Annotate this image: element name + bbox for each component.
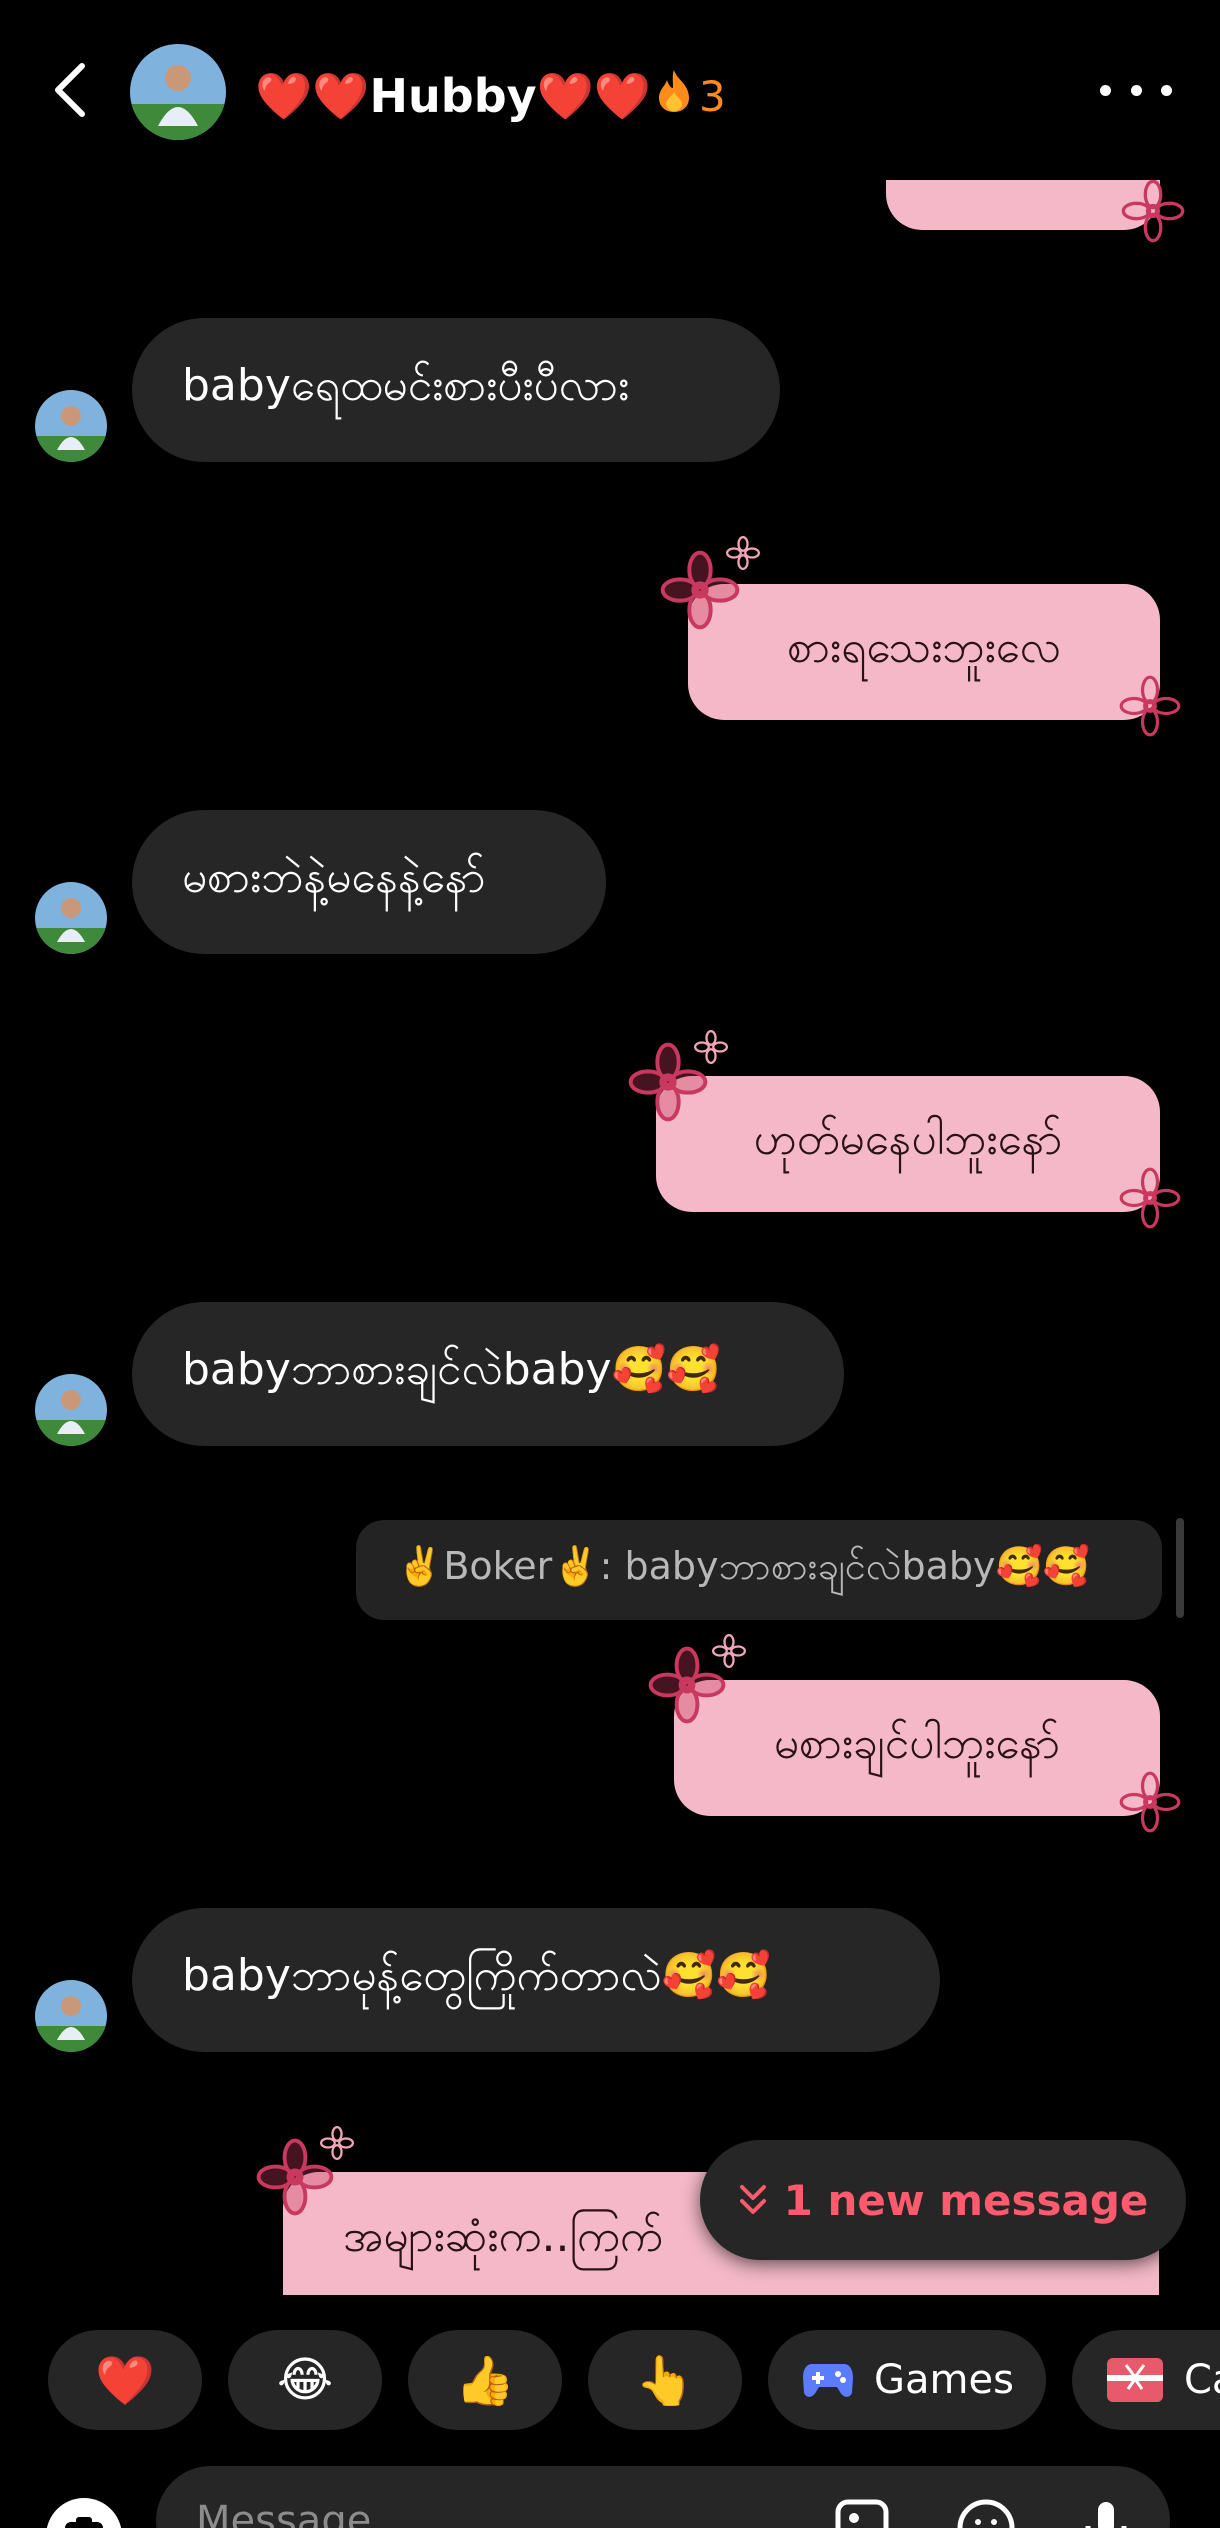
flower-decoration-icon bbox=[1121, 179, 1185, 243]
message-bubble-incoming[interactable]: babyဘာစားချင်လဲbaby🥰🥰 bbox=[132, 1302, 844, 1446]
avatar[interactable] bbox=[35, 882, 107, 954]
gift-label: Ca bbox=[1184, 2357, 1220, 2403]
message-bubble-outgoing[interactable]: စားရသေးဘူးလေ bbox=[688, 584, 1160, 720]
flower-decoration-icon bbox=[1119, 675, 1181, 737]
camera-icon bbox=[65, 2517, 103, 2528]
message-text: babyဘာစားချင်လဲbaby🥰🥰 bbox=[182, 1344, 722, 1395]
thumbs-up-reaction-button[interactable]: 👍 bbox=[408, 2330, 562, 2430]
pointing-hand-icon: 👆 bbox=[635, 2352, 695, 2409]
laughing-emoji-icon: 😂 bbox=[276, 2352, 334, 2408]
new-message-label: 1 new message bbox=[783, 2175, 1149, 2225]
gift-icon bbox=[1106, 2357, 1164, 2403]
flower-decoration-icon bbox=[1119, 1771, 1181, 1833]
gamepad-icon bbox=[802, 2360, 854, 2400]
point-reaction-button[interactable]: 👆 bbox=[588, 2330, 742, 2430]
heart-reaction-button[interactable]: ❤️ bbox=[48, 2330, 202, 2430]
streak-count: 3 bbox=[699, 71, 726, 121]
reply-quote-text: ✌️Boker✌️: babyဘာစားချင်လဲbaby🥰🥰 bbox=[396, 1544, 1091, 1588]
heart-icon: ❤️ bbox=[95, 2352, 155, 2409]
message-text: ဟုတ်မနေပါဘူးနော် bbox=[753, 1114, 1063, 1165]
sparkle-flower-icon bbox=[320, 2126, 354, 2160]
games-label: Games bbox=[874, 2357, 1014, 2403]
message-text: စားရသေးဘူးလေ bbox=[787, 622, 1061, 673]
contact-name[interactable]: ❤️❤️Hubby❤️❤️ bbox=[255, 64, 651, 128]
double-chevron-down-icon bbox=[738, 2183, 768, 2217]
message-bubble-incoming[interactable]: မစားဘဲနဲ့မနေနဲ့နော် bbox=[132, 810, 606, 954]
more-options-button[interactable] bbox=[1100, 70, 1172, 110]
message-text: babyရေထမင်းစားပီးပီလား bbox=[182, 360, 630, 411]
games-button[interactable]: Games bbox=[768, 2330, 1046, 2430]
microphone-icon[interactable] bbox=[1076, 2498, 1136, 2528]
sparkle-flower-icon bbox=[694, 1030, 728, 1064]
message-bubble-outgoing[interactable]: မစားချင်ပါဘူးနော် bbox=[674, 1680, 1160, 1816]
laugh-reaction-button[interactable]: 😂 bbox=[228, 2330, 382, 2430]
avatar[interactable] bbox=[35, 1980, 107, 2052]
avatar[interactable] bbox=[35, 1374, 107, 1446]
gift-card-button[interactable]: Ca bbox=[1072, 2330, 1220, 2430]
reply-indicator-bar bbox=[1176, 1518, 1184, 1618]
chat-header: ❤️❤️Hubby❤️❤️ 3 bbox=[0, 0, 1220, 180]
message-input[interactable] bbox=[156, 2466, 1170, 2528]
new-message-button[interactable]: 1 new message bbox=[700, 2140, 1186, 2260]
sticker-icon[interactable] bbox=[956, 2498, 1016, 2528]
streak-badge[interactable]: 3 bbox=[655, 64, 726, 128]
message-bubble-incoming[interactable]: babyရေထမင်းစားပီးပီလား bbox=[132, 318, 780, 462]
chat-area[interactable]: babyရေထမင်းစားပီးပီလား စားရသေးဘူးလေ မစား… bbox=[0, 0, 1220, 2295]
contact-avatar[interactable] bbox=[130, 44, 226, 140]
more-horizontal-icon bbox=[1100, 84, 1111, 96]
back-button[interactable] bbox=[40, 55, 100, 125]
message-text: babyဘာမုန့်တွေကြိုက်တာလဲ🥰🥰 bbox=[182, 1950, 772, 2001]
dot bbox=[1161, 84, 1172, 96]
reply-quote[interactable]: ✌️Boker✌️: babyဘာစားချင်လဲbaby🥰🥰 bbox=[356, 1520, 1162, 1620]
camera-button[interactable] bbox=[46, 2498, 122, 2528]
gallery-icon[interactable] bbox=[832, 2498, 892, 2528]
message-bubble-outgoing[interactable]: ဟုတ်မနေပါဘူးနော် bbox=[656, 1076, 1160, 1212]
thumbs-up-icon: 👍 bbox=[455, 2352, 515, 2409]
sparkle-flower-icon bbox=[726, 536, 760, 570]
chevron-left-icon bbox=[55, 63, 85, 117]
message-text: အများဆုံးက..ကြက် bbox=[343, 2211, 663, 2262]
avatar[interactable] bbox=[35, 390, 107, 462]
quick-reaction-bar: ❤️ 😂 👍 👆 Games Ca bbox=[0, 2330, 1220, 2430]
fire-icon bbox=[655, 68, 693, 124]
dot bbox=[1130, 84, 1142, 96]
message-text: မစားဘဲနဲ့မနေနဲ့နော် bbox=[182, 852, 486, 903]
message-text: မစားချင်ပါဘူးနော် bbox=[773, 1718, 1061, 1769]
message-bubble-incoming[interactable]: babyဘာမုန့်တွေကြိုက်တာလဲ🥰🥰 bbox=[132, 1908, 940, 2052]
sparkle-flower-icon bbox=[712, 1634, 746, 1668]
message-composer bbox=[0, 2460, 1220, 2528]
flower-decoration-icon bbox=[1119, 1167, 1181, 1229]
